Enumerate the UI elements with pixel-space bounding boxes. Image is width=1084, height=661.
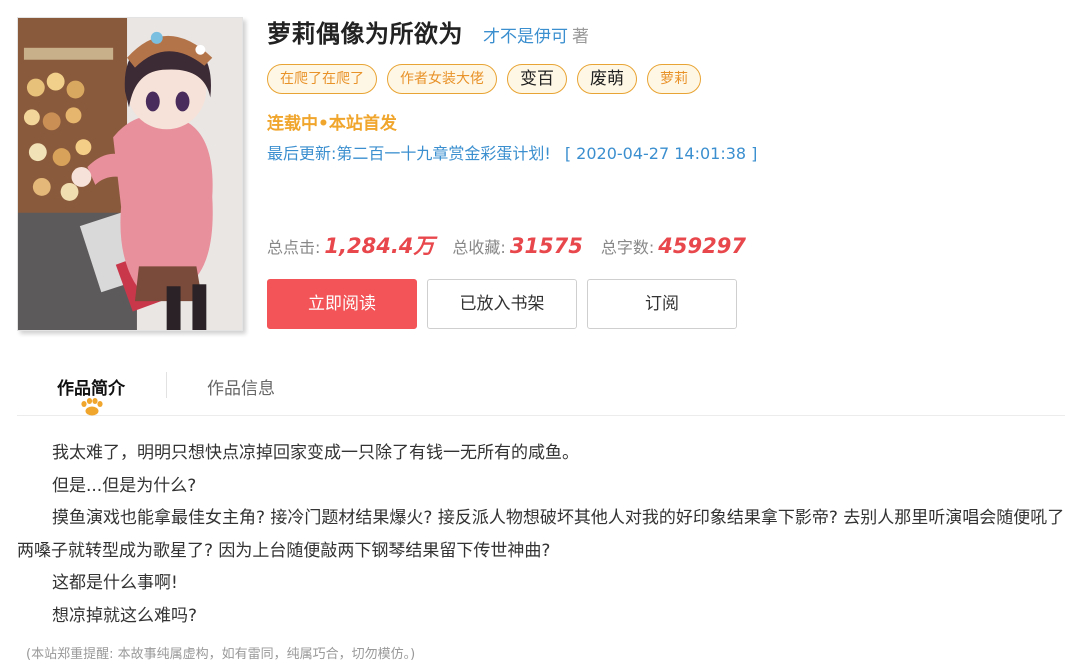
last-update-label: 最后更新: [267, 144, 337, 163]
tab-intro[interactable]: 作品简介 [57, 374, 125, 399]
action-buttons: 立即阅读 已放入书架 订阅 [267, 279, 737, 329]
author-link[interactable]: 才不是伊可 [483, 22, 568, 47]
intro-paragraph: 摸鱼演戏也能拿最佳女主角? 接冷门题材结果爆火? 接反派人物想破坏其他人对我的好… [17, 508, 1065, 561]
serial-status: 连载中•本站首发 [267, 114, 397, 134]
words-value: 459297 [658, 234, 746, 258]
stats-row: 总点击: 1,284.4万 总收藏: 31575 总字数: 459297 [267, 230, 764, 260]
tag-item[interactable]: 在爬了在爬了 [267, 64, 377, 94]
favorites-label: 总收藏: [452, 238, 506, 257]
subscribe-button[interactable]: 订阅 [587, 279, 737, 329]
intro-paragraph: 想凉掉就这么难吗? [52, 605, 198, 626]
intro-paragraph: 我太难了，明明只想快点凉掉回家变成一只除了有钱一无所有的咸鱼。 [52, 443, 579, 463]
clicks-value: 1,284.4万 [324, 234, 435, 258]
author-suffix: 著 [572, 27, 589, 47]
intro-paragraph: 这都是什么事啊! [52, 573, 178, 593]
read-now-button[interactable]: 立即阅读 [267, 279, 417, 329]
intro-paragraph: 但是...但是为什么? [52, 475, 197, 496]
disclaimer: (本站郑重提醒: 本故事纯属虚构，如有雷同，纯属巧合，切勿模仿。) [26, 647, 416, 661]
clicks-label: 总点击: [267, 238, 321, 257]
detail-tabs: 作品简介 作品信息 [17, 358, 1065, 416]
tag-item[interactable]: 萝莉 [647, 64, 701, 94]
title-row: 萝莉偶像为所欲为 才不是伊可 著 [267, 14, 1067, 50]
tag-item[interactable]: 变百 [507, 64, 567, 94]
book-info: 萝莉偶像为所欲为 才不是伊可 著 在爬了在爬了 作者女装大佬 变百 废萌 萝莉 … [267, 14, 1067, 329]
book-cover-image[interactable] [17, 17, 243, 331]
favorites-value: 31575 [509, 234, 583, 258]
tag-list: 在爬了在爬了 作者女装大佬 变百 废萌 萝莉 [267, 64, 701, 94]
add-to-shelf-button[interactable]: 已放入书架 [427, 279, 577, 329]
last-update-chapter-link[interactable]: 第二百一十九章赏金彩蛋计划! [336, 144, 550, 163]
words-label: 总字数: [600, 238, 655, 257]
intro-text: 我太难了，明明只想快点凉掉回家变成一只除了有钱一无所有的咸鱼。 但是...但是为… [17, 437, 1065, 632]
book-title: 萝莉偶像为所欲为 [267, 20, 463, 48]
tag-item[interactable]: 废萌 [577, 64, 637, 94]
tab-divider [166, 372, 167, 398]
paw-icon [81, 398, 103, 416]
last-update-time: [ 2020-04-27 14:01:38 ] [564, 144, 758, 163]
tab-info[interactable]: 作品信息 [207, 374, 275, 399]
cover-illustration [18, 18, 242, 330]
tag-item[interactable]: 作者女装大佬 [387, 64, 497, 94]
last-update: 最后更新:第二百一十九章赏金彩蛋计划! [ 2020-04-27 14:01:38… [267, 140, 757, 164]
